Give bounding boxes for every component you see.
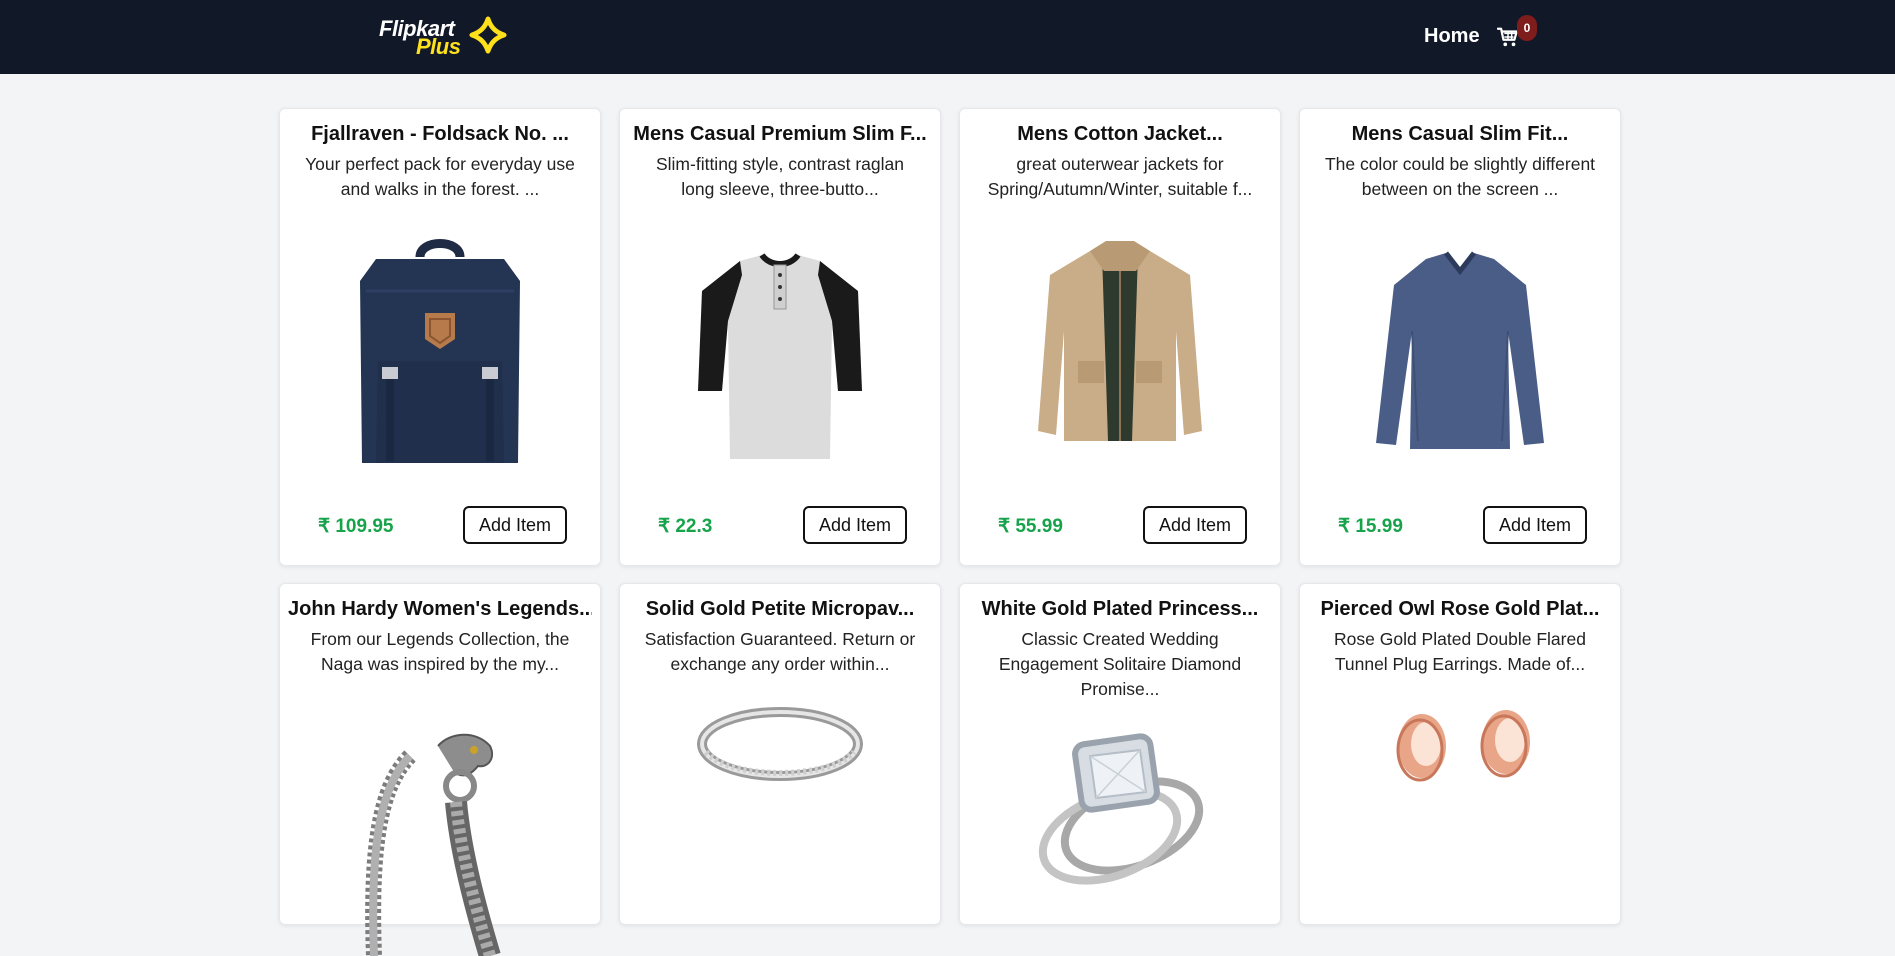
logo-text-plus: Plus bbox=[416, 34, 461, 59]
product-title: Mens Casual Slim Fit... bbox=[1351, 123, 1569, 145]
product-description: Classic Created Wedding Engagement Solit… bbox=[998, 629, 1242, 699]
product-description: Slim-fitting style, contrast raglan long… bbox=[655, 154, 904, 199]
product-card[interactable]: White Gold Plated Princess... Classic Cr… bbox=[959, 583, 1281, 925]
top-navbar: Flipkart Plus Home 0 bbox=[0, 0, 1895, 74]
diamond-ring-image bbox=[1038, 733, 1204, 885]
add-item-button[interactable]: Add Item bbox=[463, 506, 567, 544]
product-description: Rose Gold Plated Double Flared Tunnel Pl… bbox=[1334, 629, 1586, 674]
plus-logo-icon bbox=[469, 16, 507, 54]
product-card[interactable]: Fjallraven - Foldsack No. ... Your perfe… bbox=[279, 108, 601, 566]
product-card[interactable]: John Hardy Women's Legends... From our L… bbox=[279, 583, 601, 956]
raglan-tshirt-image bbox=[698, 253, 862, 459]
long-sleeve-shirt-image bbox=[1376, 251, 1544, 449]
product-card[interactable]: Mens Casual Slim Fit... The color could … bbox=[1299, 108, 1621, 566]
product-title: John Hardy Women's Legends... bbox=[288, 598, 592, 620]
product-title: Pierced Owl Rose Gold Plat... bbox=[1320, 598, 1600, 620]
product-title: White Gold Plated Princess... bbox=[981, 598, 1259, 620]
nav-home-link[interactable]: Home bbox=[1424, 25, 1480, 48]
product-card[interactable]: Solid Gold Petite Micropav... Satisfacti… bbox=[619, 583, 941, 925]
product-description: Satisfaction Guaranteed. Return or excha… bbox=[644, 629, 916, 674]
product-price: ₹ 22.3 bbox=[658, 516, 713, 537]
product-description: From our Legends Collection, the Naga wa… bbox=[310, 629, 570, 674]
dragon-bracelet-image bbox=[365, 733, 501, 956]
cotton-jacket-image bbox=[1038, 241, 1202, 441]
add-item-button[interactable]: Add Item bbox=[1483, 506, 1587, 544]
product-title: Mens Casual Premium Slim F... bbox=[633, 123, 927, 145]
product-price: ₹ 15.99 bbox=[1338, 516, 1403, 537]
product-card[interactable]: Mens Casual Premium Slim F... Slim-fitti… bbox=[619, 108, 941, 566]
product-card[interactable]: Pierced Owl Rose Gold Plat... Rose Gold … bbox=[1299, 583, 1621, 925]
product-price: ₹ 109.95 bbox=[318, 516, 394, 537]
backpack-image bbox=[360, 239, 520, 463]
product-description: great outerwear jackets for Spring/Autum… bbox=[987, 154, 1253, 199]
product-description: The color could be slightly different be… bbox=[1324, 154, 1596, 199]
rose-gold-plugs-image bbox=[1396, 710, 1530, 782]
product-description: Your perfect pack for everyday use and w… bbox=[305, 154, 575, 199]
add-item-button[interactable]: Add Item bbox=[1143, 506, 1247, 544]
cart-icon[interactable] bbox=[1497, 26, 1519, 48]
cart-count-badge: 0 bbox=[1517, 15, 1537, 41]
product-title: Mens Cotton Jacket... bbox=[1017, 123, 1223, 145]
add-item-button[interactable]: Add Item bbox=[803, 506, 907, 544]
product-title: Fjallraven - Foldsack No. ... bbox=[311, 123, 569, 145]
product-title: Solid Gold Petite Micropav... bbox=[645, 598, 915, 620]
product-card[interactable]: Mens Cotton Jacket... great outerwear ja… bbox=[959, 108, 1281, 566]
silver-ring-image bbox=[697, 707, 863, 781]
flipkart-plus-logo[interactable]: Flipkart Plus bbox=[379, 14, 509, 59]
product-price: ₹ 55.99 bbox=[998, 516, 1063, 537]
